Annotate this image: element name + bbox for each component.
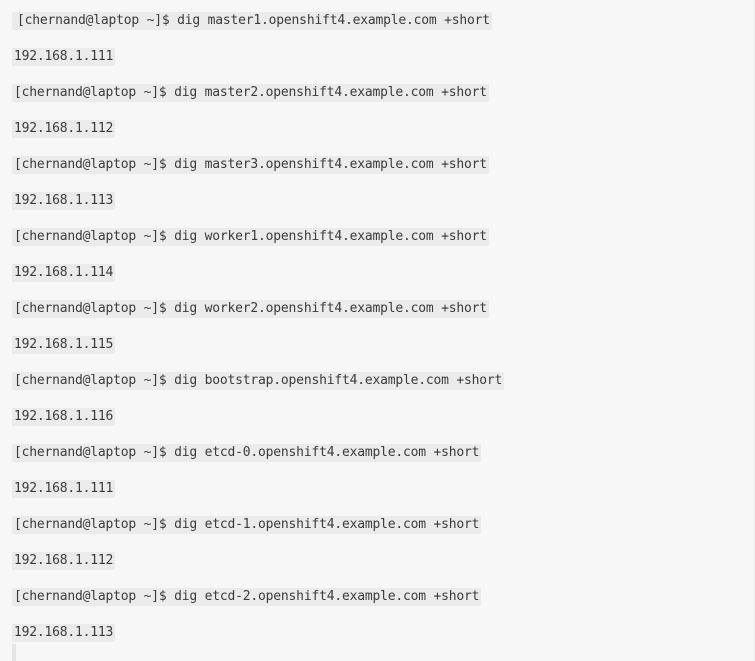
output-line: 192.168.1.113 bbox=[12, 190, 754, 226]
command-text: [chernand@laptop ~]$ dig master3.openshi… bbox=[12, 156, 489, 174]
output-line: 192.168.1.112 bbox=[12, 118, 754, 154]
output-text: 192.168.1.112 bbox=[12, 552, 116, 570]
command-line: [chernand@laptop ~]$ dig etcd-1.openshif… bbox=[12, 514, 754, 550]
output-text: 192.168.1.111 bbox=[12, 480, 116, 498]
command-line: [chernand@laptop ~]$ dig master1.openshi… bbox=[12, 10, 754, 46]
command-line: [chernand@laptop ~]$ dig master2.openshi… bbox=[12, 82, 754, 118]
output-line: 192.168.1.111 bbox=[12, 46, 754, 82]
command-text: [chernand@laptop ~]$ dig master1.openshi… bbox=[12, 12, 492, 30]
output-line: 192.168.1.115 bbox=[12, 334, 754, 370]
output-text: 192.168.1.113 bbox=[12, 192, 116, 210]
output-line: 192.168.1.111 bbox=[12, 478, 754, 514]
command-line: [chernand@laptop ~]$ dig bootstrap.opens… bbox=[12, 370, 754, 406]
output-line: 192.168.1.116 bbox=[12, 406, 754, 442]
output-text: 192.168.1.115 bbox=[12, 336, 116, 354]
output-line: 192.168.1.114 bbox=[12, 262, 754, 298]
command-text: [chernand@laptop ~]$ dig worker2.openshi… bbox=[12, 300, 489, 318]
command-text: [chernand@laptop ~]$ dig etcd-1.openshif… bbox=[12, 516, 482, 534]
output-text: 192.168.1.113 bbox=[12, 624, 116, 642]
command-line: [chernand@laptop ~]$ dig etcd-0.openshif… bbox=[12, 442, 754, 478]
output-text: 192.168.1.116 bbox=[12, 408, 116, 426]
command-line: [chernand@laptop ~]$ dig worker1.openshi… bbox=[12, 226, 754, 262]
output-text: 192.168.1.114 bbox=[12, 264, 116, 282]
command-text: [chernand@laptop ~]$ dig etcd-2.openshif… bbox=[12, 588, 482, 606]
command-text: [chernand@laptop ~]$ dig worker1.openshi… bbox=[12, 228, 489, 246]
output-line: 192.168.1.113 bbox=[12, 622, 754, 658]
command-line: [chernand@laptop ~]$ dig etcd-2.openshif… bbox=[12, 586, 754, 622]
command-text: [chernand@laptop ~]$ dig bootstrap.opens… bbox=[12, 372, 505, 390]
text-cursor-mark bbox=[12, 644, 16, 661]
terminal-output-block: [chernand@laptop ~]$ dig master1.openshi… bbox=[0, 0, 755, 661]
output-text: 192.168.1.112 bbox=[12, 120, 116, 138]
command-line: [chernand@laptop ~]$ dig master3.openshi… bbox=[12, 154, 754, 190]
output-text: 192.168.1.111 bbox=[12, 48, 116, 66]
output-line: 192.168.1.112 bbox=[12, 550, 754, 586]
command-line: [chernand@laptop ~]$ dig worker2.openshi… bbox=[12, 298, 754, 334]
command-text: [chernand@laptop ~]$ dig master2.openshi… bbox=[12, 84, 489, 102]
command-text: [chernand@laptop ~]$ dig etcd-0.openshif… bbox=[12, 444, 482, 462]
